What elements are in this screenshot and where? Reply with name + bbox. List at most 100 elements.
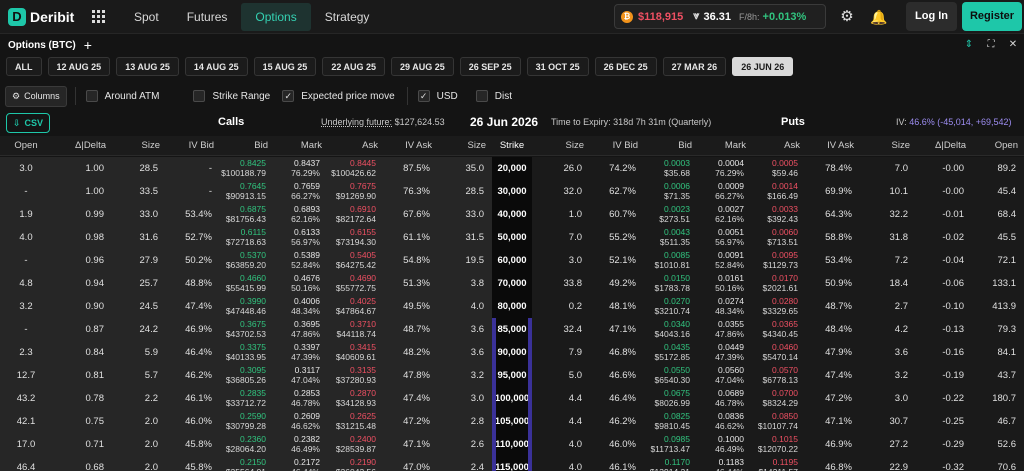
call-ask-cell[interactable]: 0.2190$26043.56 bbox=[322, 457, 376, 471]
call-delta-cell[interactable]: 0.71 bbox=[52, 433, 105, 456]
call-ask-cell[interactable]: 0.7675 $91269.90 bbox=[322, 181, 376, 201]
put-open-cell[interactable]: 45.4 bbox=[966, 180, 1017, 203]
put-open-cell[interactable]: 413.9 bbox=[966, 295, 1016, 318]
calls-header-size[interactable]: Size bbox=[432, 136, 486, 156]
put-iv-ask-cell[interactable]: 47.2% bbox=[800, 387, 852, 410]
put-iv-bid-cell[interactable]: 60.7% bbox=[584, 203, 636, 226]
puts-header-open[interactable]: Open bbox=[966, 136, 1018, 156]
around-atm-checkbox[interactable]: Around ATM bbox=[85, 90, 159, 102]
call-size-bid-cell[interactable]: 31.6 bbox=[106, 226, 159, 249]
call-open-cell[interactable]: 3.2 bbox=[0, 295, 52, 318]
call-bid-cell[interactable]: 0.8425 $100188.79 bbox=[214, 158, 266, 178]
call-iv-ask-cell[interactable]: 61.1% bbox=[378, 226, 430, 249]
put-ask-cell[interactable]: 0.0570 $6778.13 bbox=[746, 365, 798, 385]
put-size-bid-cell[interactable]: 32.4 bbox=[532, 318, 583, 341]
put-mark-cell[interactable]: 0.0689 46.78% bbox=[692, 388, 744, 408]
expiry-tab[interactable]: 15 AUG 25 bbox=[253, 57, 317, 76]
put-size-ask-cell[interactable]: 22.9 bbox=[854, 456, 909, 471]
table-row[interactable]: -1.00 33.5-0.7645 $90913.15 0.7659 66.27% 0.7… bbox=[0, 180, 1024, 203]
call-delta-cell[interactable]: 0.99 bbox=[52, 203, 105, 226]
expiry-tab[interactable]: 14 AUG 25 bbox=[184, 57, 248, 76]
call-size-ask-cell[interactable]: 2.8 bbox=[432, 410, 484, 433]
put-ask-cell[interactable]: 0.1015 $12070.22 bbox=[746, 434, 798, 454]
put-open-cell[interactable]: 79.3 bbox=[966, 318, 1017, 341]
call-size-ask-cell[interactable]: 2.4 bbox=[432, 456, 484, 471]
call-open-cell[interactable]: 46.4 bbox=[0, 456, 52, 471]
calls-header-ask[interactable]: Ask bbox=[322, 136, 378, 156]
table-row[interactable]: 12.7 0.81 5.7 46.2% 0.3095 $36805.26 0.3117 47.… bbox=[0, 364, 1024, 387]
put-iv-bid-cell[interactable]: 46.8% bbox=[584, 341, 636, 364]
call-size-bid-cell[interactable]: 5.7 bbox=[106, 364, 158, 387]
table-row[interactable]: 3.0 1.00 28.5-0.8425 $100188.79 0.8437 76.29%… bbox=[0, 157, 1024, 180]
put-iv-ask-cell[interactable]: 78.4% bbox=[800, 157, 852, 180]
put-open-cell[interactable]: 46.7 bbox=[966, 410, 1017, 433]
puts-header-iv-bid[interactable]: IV Bid bbox=[584, 136, 638, 156]
call-iv-ask-cell[interactable]: 76.3% bbox=[378, 180, 430, 203]
put-bid-cell[interactable]: 0.0023 $273.51 bbox=[638, 204, 690, 224]
put-size-bid-cell[interactable]: 3.0 bbox=[532, 249, 582, 272]
call-ask-cell[interactable]: 0.6155 $73194.30 bbox=[322, 227, 376, 247]
put-size-bid-cell[interactable]: 4.4 bbox=[532, 387, 582, 410]
put-delta-cell[interactable]: -0.04 bbox=[910, 249, 964, 272]
call-size-bid-cell[interactable]: 25.7 bbox=[106, 272, 159, 295]
puts-header-iv-ask[interactable]: IV Ask bbox=[800, 136, 854, 156]
put-size-bid-cell[interactable]: 7.9 bbox=[532, 341, 582, 364]
deribit-logo[interactable]: D Deribit bbox=[8, 7, 78, 26]
call-iv-ask-cell[interactable]: 47.0% bbox=[378, 456, 430, 471]
call-size-bid-cell[interactable]: 28.5 bbox=[106, 157, 159, 180]
strike-cell[interactable]: 40,000 bbox=[492, 203, 532, 226]
table-row[interactable]: 42.1 0.75 2.0 46.0% 0.2590 $30799.28 0.2609 46.… bbox=[0, 410, 1024, 433]
put-mark-cell[interactable]: 0.0161 50.16% bbox=[692, 273, 744, 293]
put-open-cell[interactable]: 84.1 bbox=[966, 341, 1017, 364]
put-iv-bid-cell[interactable]: 46.0% bbox=[584, 433, 636, 456]
put-open-cell[interactable]: 52.6 bbox=[966, 433, 1017, 456]
put-ask-cell[interactable]: 0.0700 $8324.29 bbox=[746, 388, 798, 408]
put-mark-cell[interactable]: 0.0009 66.27% bbox=[692, 181, 744, 201]
put-mark-cell[interactable]: 0.0051 56.97% bbox=[692, 227, 744, 247]
put-size-bid-cell[interactable]: 4.0 bbox=[532, 433, 582, 456]
put-iv-bid-cell[interactable]: 52.1% bbox=[584, 249, 636, 272]
calls-header-iv-bid[interactable]: IV Bid bbox=[160, 136, 214, 156]
put-iv-ask-cell[interactable]: 50.9% bbox=[800, 272, 852, 295]
put-iv-bid-cell[interactable]: 47.1% bbox=[584, 318, 636, 341]
put-delta-cell[interactable]: -0.22 bbox=[910, 387, 964, 410]
call-size-ask-cell[interactable]: 19.5 bbox=[432, 249, 485, 272]
expiry-tab[interactable]: ALL bbox=[6, 57, 42, 76]
put-size-ask-cell[interactable]: 7.2 bbox=[854, 249, 908, 272]
call-mark-cell[interactable]: 0.217246.44% bbox=[268, 457, 320, 471]
put-iv-ask-cell[interactable]: 46.9% bbox=[800, 433, 852, 456]
put-bid-cell[interactable]: 0.0270 $3210.74 bbox=[638, 296, 690, 316]
table-row[interactable]: 2.3 0.84 5.9 46.4% 0.3375 $40133.95 0.3397 47.3… bbox=[0, 341, 1024, 364]
puts-header-mark[interactable]: Mark bbox=[692, 136, 746, 156]
call-size-ask-cell[interactable]: 3.8 bbox=[432, 272, 484, 295]
put-bid-cell[interactable]: 0.0435 $5172.85 bbox=[638, 342, 690, 362]
call-ask-cell[interactable]: 0.5405 $64275.42 bbox=[322, 250, 376, 270]
put-mark-cell[interactable]: 0.0355 47.86% bbox=[692, 319, 744, 339]
put-ask-cell[interactable]: 0.0365 $4340.45 bbox=[746, 319, 798, 339]
call-open-cell[interactable]: 3.0 bbox=[0, 157, 52, 180]
strike-cell[interactable]: 110,000 bbox=[492, 433, 532, 456]
put-delta-cell[interactable]: -0.29 bbox=[910, 433, 964, 456]
put-size-ask-cell[interactable]: 2.7 bbox=[854, 295, 908, 318]
call-size-ask-cell[interactable]: 3.0 bbox=[432, 387, 484, 410]
call-ask-cell[interactable]: 0.2400 $28539.87 bbox=[322, 434, 376, 454]
call-open-cell[interactable]: - bbox=[0, 318, 52, 341]
put-delta-cell[interactable]: -0.06 bbox=[910, 272, 964, 295]
call-bid-cell[interactable]: 0.2150$25564.01 bbox=[214, 457, 266, 471]
call-size-bid-cell[interactable]: 24.2 bbox=[106, 318, 159, 341]
usd-checkbox[interactable]: ✓ USD bbox=[417, 90, 458, 102]
put-size-ask-cell[interactable]: 3.2 bbox=[854, 364, 908, 387]
expiry-tab[interactable]: 29 AUG 25 bbox=[391, 57, 454, 76]
csv-download-button[interactable]: ⇩ CSV bbox=[6, 113, 50, 133]
columns-button[interactable]: ⚙ Columns bbox=[5, 85, 67, 107]
table-row[interactable]: 4.0 0.98 31.6 52.7% 0.6115 $72718.63 0.6133 56.… bbox=[0, 226, 1024, 249]
put-ask-cell[interactable]: 0.0095 $1129.73 bbox=[746, 250, 798, 270]
call-size-ask-cell[interactable]: 35.0 bbox=[432, 157, 485, 180]
put-open-cell[interactable]: 68.4 bbox=[966, 203, 1017, 226]
put-iv-ask-cell[interactable]: 47.9% bbox=[800, 341, 852, 364]
put-iv-ask-cell[interactable]: 64.3% bbox=[800, 203, 852, 226]
call-size-ask-cell[interactable]: 3.6 bbox=[432, 318, 484, 341]
strike-cell[interactable]: 100,000 bbox=[492, 387, 532, 410]
bell-icon[interactable]: 🔔 bbox=[870, 9, 887, 25]
call-mark-cell[interactable]: 0.3117 47.04% bbox=[268, 365, 320, 385]
